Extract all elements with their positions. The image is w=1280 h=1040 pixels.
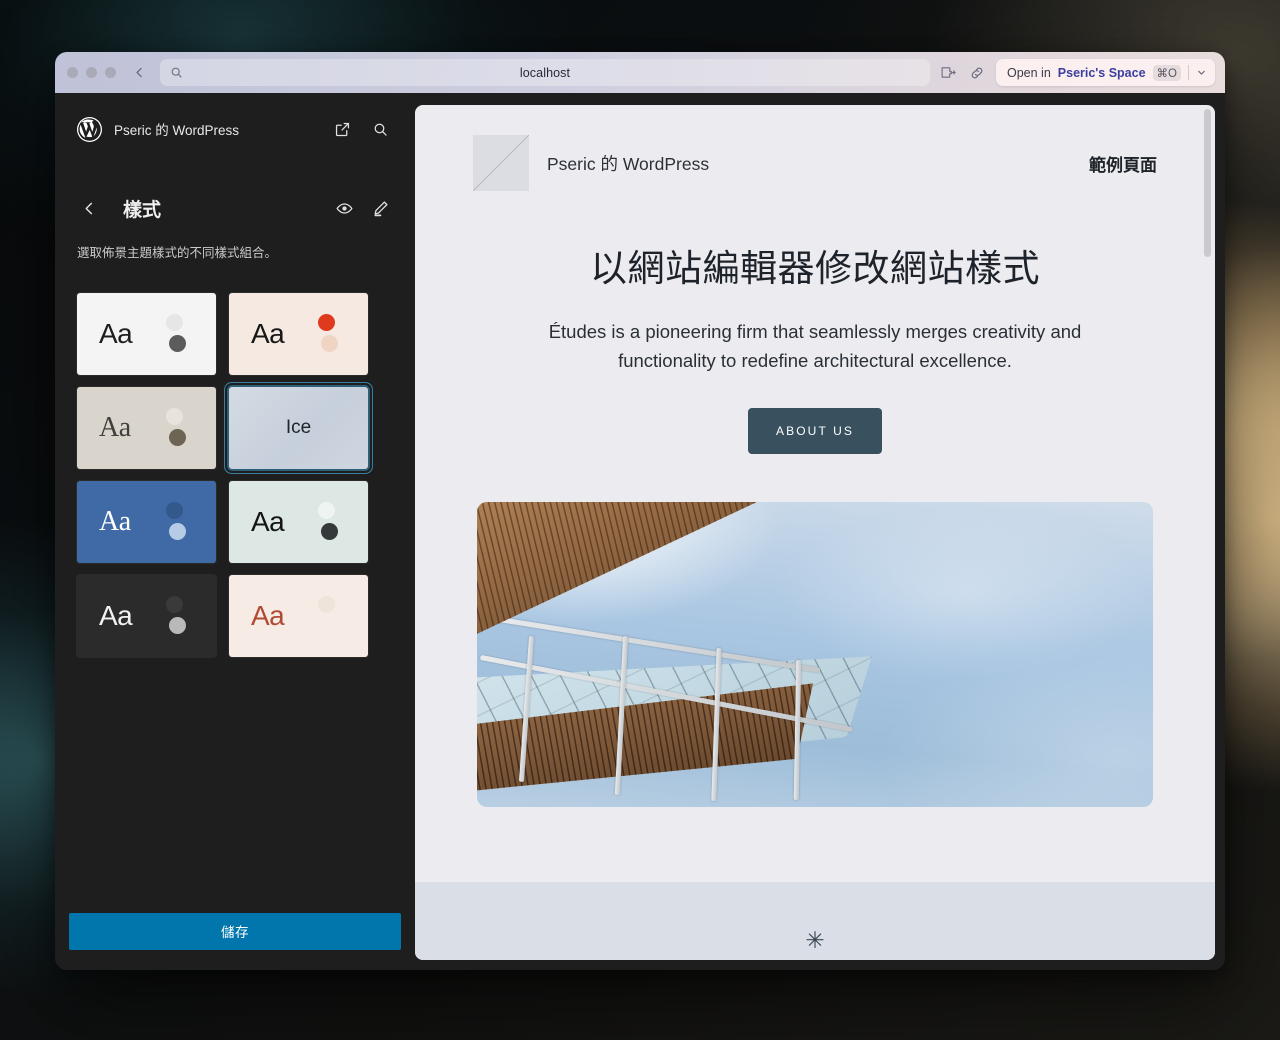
browser-window: localhost Open in Pseric's Space ⌘O Pser… (55, 52, 1225, 970)
variation-color-dots (316, 311, 338, 357)
sidebar-header: Pseric 的 WordPress (55, 93, 415, 151)
style-variation-rust-cream[interactable]: Aa (229, 574, 368, 657)
variation-color-dot (318, 313, 335, 331)
open-in-space-button[interactable]: Open in Pseric's Space ⌘O (996, 59, 1215, 86)
chevron-down-icon[interactable] (1196, 67, 1207, 78)
preview-heading: 以網站編輯器修改網站樣式 (590, 248, 1040, 289)
variation-color-dots (316, 499, 338, 545)
preview-paragraph: Études is a pioneering firm that seamles… (548, 321, 1082, 371)
panel-description: 選取佈景主題樣式的不同樣式組合。 (77, 246, 278, 260)
architecture-photo (477, 501, 1153, 807)
save-button[interactable]: 儲存 (69, 912, 401, 950)
preview-nav-item[interactable]: 範例頁面 (1089, 151, 1157, 176)
style-variation-default-light[interactable]: Aa (77, 292, 216, 375)
open-in-shortcut: ⌘O (1152, 64, 1181, 81)
canvas-scrollbar[interactable] (1204, 109, 1211, 257)
variation-typography-sample: Aa (99, 599, 133, 631)
sidebar-site-title: Pseric 的 WordPress (114, 123, 240, 138)
open-in-prefix: Open in (1007, 65, 1051, 80)
desktop-background: localhost Open in Pseric's Space ⌘O Pser… (0, 0, 1280, 1040)
panel-back-button[interactable] (77, 197, 101, 221)
style-variation-ice[interactable]: Ice (229, 386, 368, 469)
external-link-icon[interactable] (329, 116, 355, 142)
variation-color-dot (166, 501, 183, 519)
variation-color-dot (166, 407, 183, 425)
back-navigation-button[interactable] (128, 62, 150, 84)
editor-sidebar: Pseric 的 WordPress 樣式 選取佈景主題樣式的不同樣式組合。 A… (55, 93, 415, 970)
styles-panel-header: 樣式 (55, 195, 415, 222)
variation-color-dots (164, 405, 186, 451)
variation-typography-sample: Aa (99, 411, 131, 443)
titlebar-actions: Open in Pseric's Space ⌘O (938, 59, 1215, 86)
variation-color-dots (164, 593, 186, 639)
variation-color-dots (164, 499, 186, 545)
zoom-window-button[interactable] (105, 67, 116, 78)
browser-titlebar: localhost Open in Pseric's Space ⌘O (55, 52, 1225, 93)
preview-site-footer: ✳ (415, 882, 1215, 960)
open-in-space-name: Pseric's Space (1057, 65, 1146, 80)
panel-title: 樣式 (123, 200, 162, 221)
variation-color-dot (169, 616, 186, 634)
preview-hero: 以網站編輯器修改網站樣式 Études is a pioneering firm… (415, 191, 1215, 454)
style-variation-mint[interactable]: Aa (229, 480, 368, 563)
pencil-icon[interactable] (367, 196, 393, 222)
variation-color-dots (164, 311, 186, 357)
variation-color-dot (169, 428, 186, 446)
close-window-button[interactable] (67, 67, 78, 78)
variation-color-dot (166, 313, 183, 331)
image-placeholder-icon[interactable] (473, 135, 529, 191)
variation-color-dot (318, 595, 335, 613)
variation-typography-sample: Aa (251, 599, 285, 631)
address-bar[interactable]: localhost (160, 59, 930, 86)
search-icon[interactable] (367, 116, 393, 142)
style-variation-blue-serif[interactable]: Aa (77, 480, 216, 563)
pill-divider (1188, 65, 1189, 80)
variation-typography-sample: Aa (251, 317, 285, 349)
variation-typography-sample: Aa (99, 317, 133, 349)
style-variations-grid: Aa Aa Aa Ice Aa Aa Aa Aa (55, 275, 415, 657)
variation-color-dot (169, 522, 186, 540)
variation-color-dot (318, 501, 335, 519)
site-preview-canvas[interactable]: Pseric 的 WordPress 範例頁面 以網站編輯器修改網站樣式 Étu… (415, 105, 1215, 960)
extension-icon[interactable] (938, 63, 958, 83)
variation-color-dot (321, 334, 338, 352)
asterisk-icon: ✳ (805, 927, 825, 953)
variation-color-dot (166, 595, 183, 613)
minimize-window-button[interactable] (86, 67, 97, 78)
site-editor: Pseric 的 WordPress 樣式 選取佈景主題樣式的不同樣式組合。 A… (55, 93, 1225, 970)
window-traffic-lights (67, 67, 116, 78)
variation-color-dot (169, 334, 186, 352)
preview-site-header: Pseric 的 WordPress 範例頁面 (415, 105, 1215, 191)
variation-color-dot (321, 522, 338, 540)
wordpress-logo-icon[interactable] (77, 116, 102, 142)
style-variation-beige-serif[interactable]: Aa (77, 386, 216, 469)
style-variation-dark[interactable]: Aa (77, 574, 216, 657)
site-preview: Pseric 的 WordPress 範例頁面 以網站編輯器修改網站樣式 Étu… (415, 105, 1215, 960)
variation-typography-sample: Aa (251, 505, 285, 537)
canvas-wrapper: Pseric 的 WordPress 範例頁面 以網站編輯器修改網站樣式 Étu… (415, 93, 1225, 970)
save-bar: 儲存 (55, 892, 415, 970)
variation-label: Ice (285, 416, 312, 438)
about-us-button[interactable]: ABOUT US (748, 407, 882, 454)
link-icon[interactable] (967, 63, 987, 83)
variation-color-dots (316, 593, 338, 639)
preview-site-title: Pseric 的 WordPress (547, 153, 710, 174)
style-variation-canary-cream[interactable]: Aa (229, 292, 368, 375)
eye-icon[interactable] (331, 196, 357, 222)
variation-typography-sample: Aa (99, 505, 131, 537)
url-text: localhost (519, 65, 571, 80)
